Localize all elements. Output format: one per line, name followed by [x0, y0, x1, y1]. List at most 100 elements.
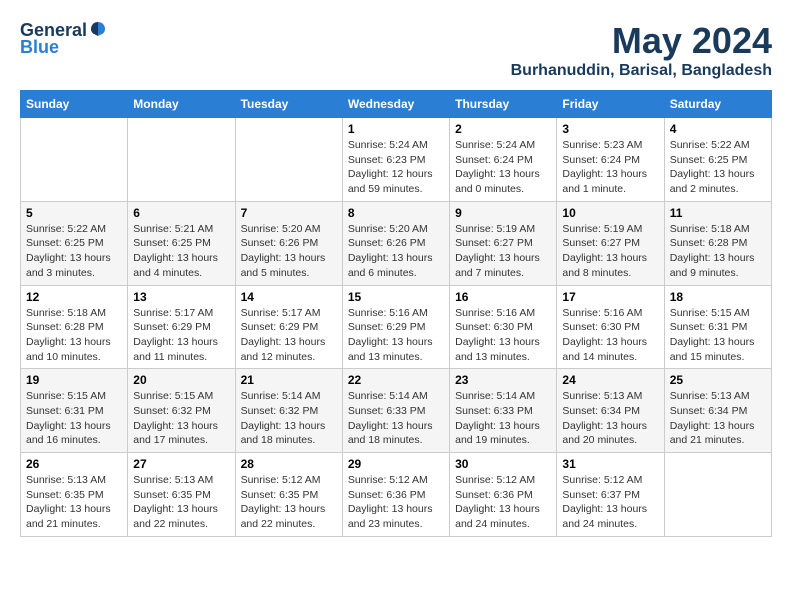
table-row: 2 Sunrise: 5:24 AMSunset: 6:24 PMDaylight… [450, 118, 557, 202]
table-row: 15Sunrise: 5:16 AMSunset: 6:29 PMDayligh… [342, 285, 449, 369]
day-info: Sunrise: 5:15 AMSunset: 6:32 PMDaylight:… [133, 389, 229, 448]
day-info: Sunrise: 5:13 AMSunset: 6:35 PMDaylight:… [26, 473, 122, 532]
day-number: 19 [26, 373, 122, 387]
day-number: 18 [670, 290, 766, 304]
day-number: 7 [241, 206, 337, 220]
day-info: Sunrise: 5:15 AMSunset: 6:31 PMDaylight:… [26, 389, 122, 448]
day-number: 26 [26, 457, 122, 471]
title-area: May 2024 Burhanuddin, Barisal, Banglades… [511, 20, 772, 80]
main-title: May 2024 [511, 20, 772, 62]
table-row: 11 Sunrise: 5:18 AMSunset: 6:28 PMDayligh… [664, 201, 771, 285]
table-row: 13Sunrise: 5:17 AMSunset: 6:29 PMDayligh… [128, 285, 235, 369]
day-info: Sunrise: 5:24 AMSunset: 6:24 PMDaylight:… [455, 138, 551, 197]
day-info: Sunrise: 5:12 AMSunset: 6:36 PMDaylight:… [348, 473, 444, 532]
day-number: 15 [348, 290, 444, 304]
day-info: Sunrise: 5:21 AMSunset: 6:25 PMDaylight:… [133, 222, 229, 281]
table-row: 6 Sunrise: 5:21 AMSunset: 6:25 PMDaylight… [128, 201, 235, 285]
day-number: 21 [241, 373, 337, 387]
day-number: 27 [133, 457, 229, 471]
table-row: 20 Sunrise: 5:15 AMSunset: 6:32 PMDayligh… [128, 369, 235, 453]
page-header: General Blue May 2024 Burhanuddin, Baris… [20, 20, 772, 80]
day-number: 6 [133, 206, 229, 220]
calendar-table: Sunday Monday Tuesday Wednesday Thursday… [20, 90, 772, 537]
table-row: 30Sunrise: 5:12 AMSunset: 6:36 PMDayligh… [450, 453, 557, 537]
day-info: Sunrise: 5:15 AMSunset: 6:31 PMDaylight:… [670, 306, 766, 365]
day-number: 12 [26, 290, 122, 304]
table-row: 12 Sunrise: 5:18 AMSunset: 6:28 PMDayligh… [21, 285, 128, 369]
day-number: 2 [455, 122, 551, 136]
table-row: 9Sunrise: 5:19 AMSunset: 6:27 PMDaylight… [450, 201, 557, 285]
subtitle: Burhanuddin, Barisal, Bangladesh [511, 62, 772, 80]
table-row [235, 118, 342, 202]
day-number: 4 [670, 122, 766, 136]
header-thursday: Thursday [450, 91, 557, 118]
day-number: 17 [562, 290, 658, 304]
calendar-week-row: 12 Sunrise: 5:18 AMSunset: 6:28 PMDayligh… [21, 285, 772, 369]
table-row: 10 Sunrise: 5:19 AMSunset: 6:27 PMDayligh… [557, 201, 664, 285]
table-row: 7Sunrise: 5:20 AMSunset: 6:26 PMDaylight… [235, 201, 342, 285]
day-info: Sunrise: 5:16 AMSunset: 6:30 PMDaylight:… [562, 306, 658, 365]
table-row: 14 Sunrise: 5:17 AMSunset: 6:29 PMDayligh… [235, 285, 342, 369]
table-row [664, 453, 771, 537]
table-row: 19 Sunrise: 5:15 AMSunset: 6:31 PMDayligh… [21, 369, 128, 453]
header-saturday: Saturday [664, 91, 771, 118]
day-number: 29 [348, 457, 444, 471]
calendar-week-row: 19 Sunrise: 5:15 AMSunset: 6:31 PMDayligh… [21, 369, 772, 453]
day-info: Sunrise: 5:14 AMSunset: 6:32 PMDaylight:… [241, 389, 337, 448]
calendar-header-row: Sunday Monday Tuesday Wednesday Thursday… [21, 91, 772, 118]
header-friday: Friday [557, 91, 664, 118]
table-row: 31 Sunrise: 5:12 AMSunset: 6:37 PMDayligh… [557, 453, 664, 537]
day-info: Sunrise: 5:18 AMSunset: 6:28 PMDaylight:… [670, 222, 766, 281]
table-row: 5 Sunrise: 5:22 AMSunset: 6:25 PMDaylight… [21, 201, 128, 285]
day-info: Sunrise: 5:19 AMSunset: 6:27 PMDaylight:… [562, 222, 658, 281]
day-number: 10 [562, 206, 658, 220]
day-info: Sunrise: 5:18 AMSunset: 6:28 PMDaylight:… [26, 306, 122, 365]
table-row: 1Sunrise: 5:24 AMSunset: 6:23 PMDaylight… [342, 118, 449, 202]
table-row: 25Sunrise: 5:13 AMSunset: 6:34 PMDayligh… [664, 369, 771, 453]
table-row: 21 Sunrise: 5:14 AMSunset: 6:32 PMDayligh… [235, 369, 342, 453]
logo-icon [89, 20, 107, 38]
day-info: Sunrise: 5:14 AMSunset: 6:33 PMDaylight:… [455, 389, 551, 448]
day-info: Sunrise: 5:19 AMSunset: 6:27 PMDaylight:… [455, 222, 551, 281]
table-row: 27 Sunrise: 5:13 AMSunset: 6:35 PMDayligh… [128, 453, 235, 537]
day-info: Sunrise: 5:13 AMSunset: 6:35 PMDaylight:… [133, 473, 229, 532]
header-sunday: Sunday [21, 91, 128, 118]
day-number: 20 [133, 373, 229, 387]
day-number: 24 [562, 373, 658, 387]
day-number: 22 [348, 373, 444, 387]
table-row: 17 Sunrise: 5:16 AMSunset: 6:30 PMDayligh… [557, 285, 664, 369]
day-number: 16 [455, 290, 551, 304]
day-number: 1 [348, 122, 444, 136]
day-info: Sunrise: 5:16 AMSunset: 6:30 PMDaylight:… [455, 306, 551, 365]
day-number: 11 [670, 206, 766, 220]
day-info: Sunrise: 5:12 AMSunset: 6:36 PMDaylight:… [455, 473, 551, 532]
header-tuesday: Tuesday [235, 91, 342, 118]
header-monday: Monday [128, 91, 235, 118]
calendar-week-row: 5 Sunrise: 5:22 AMSunset: 6:25 PMDaylight… [21, 201, 772, 285]
calendar-week-row: 26 Sunrise: 5:13 AMSunset: 6:35 PMDayligh… [21, 453, 772, 537]
day-number: 23 [455, 373, 551, 387]
day-info: Sunrise: 5:17 AMSunset: 6:29 PMDaylight:… [241, 306, 337, 365]
day-number: 3 [562, 122, 658, 136]
day-number: 5 [26, 206, 122, 220]
day-info: Sunrise: 5:14 AMSunset: 6:33 PMDaylight:… [348, 389, 444, 448]
day-info: Sunrise: 5:22 AMSunset: 6:25 PMDaylight:… [670, 138, 766, 197]
table-row: 22 Sunrise: 5:14 AMSunset: 6:33 PMDayligh… [342, 369, 449, 453]
day-number: 28 [241, 457, 337, 471]
calendar-week-row: 1Sunrise: 5:24 AMSunset: 6:23 PMDaylight… [21, 118, 772, 202]
day-info: Sunrise: 5:13 AMSunset: 6:34 PMDaylight:… [562, 389, 658, 448]
day-number: 31 [562, 457, 658, 471]
table-row: 23 Sunrise: 5:14 AMSunset: 6:33 PMDayligh… [450, 369, 557, 453]
day-info: Sunrise: 5:12 AMSunset: 6:37 PMDaylight:… [562, 473, 658, 532]
logo-blue: Blue [20, 37, 59, 58]
day-info: Sunrise: 5:22 AMSunset: 6:25 PMDaylight:… [26, 222, 122, 281]
table-row: 4 Sunrise: 5:22 AMSunset: 6:25 PMDaylight… [664, 118, 771, 202]
day-info: Sunrise: 5:23 AMSunset: 6:24 PMDaylight:… [562, 138, 658, 197]
table-row: 16 Sunrise: 5:16 AMSunset: 6:30 PMDayligh… [450, 285, 557, 369]
day-info: Sunrise: 5:12 AMSunset: 6:35 PMDaylight:… [241, 473, 337, 532]
day-number: 8 [348, 206, 444, 220]
day-number: 14 [241, 290, 337, 304]
table-row: 26 Sunrise: 5:13 AMSunset: 6:35 PMDayligh… [21, 453, 128, 537]
table-row: 18 Sunrise: 5:15 AMSunset: 6:31 PMDayligh… [664, 285, 771, 369]
table-row: 8Sunrise: 5:20 AMSunset: 6:26 PMDaylight… [342, 201, 449, 285]
